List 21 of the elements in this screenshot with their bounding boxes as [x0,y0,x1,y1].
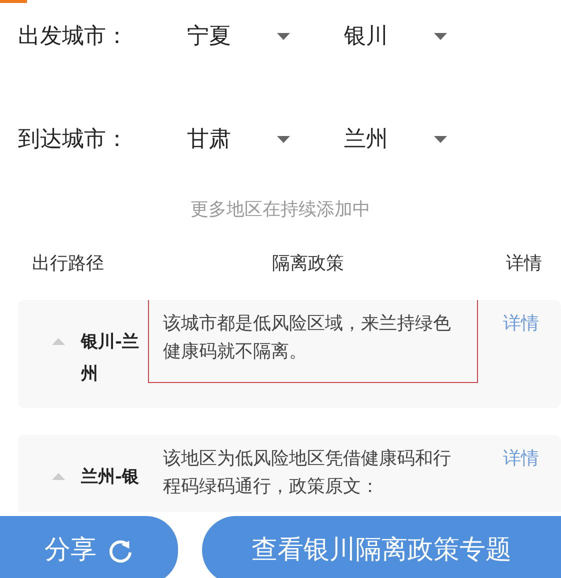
route-name: 银川-兰州 [81,331,140,386]
field-label: 出发城市： [17,23,129,51]
field-label: 到达城市： [17,126,129,154]
column-header: 隔离政策 [272,252,345,276]
policy-text: 该城市都是低风险区域，来兰持绿色健康码就不隔离。 [163,312,452,364]
route-name: 兰州-银 [81,466,140,489]
dropdown[interactable]: 甘肃 [187,123,344,156]
column-header: 出行路径 [32,252,105,276]
hint-text: 更多地区在持续添加中 [190,198,372,222]
caret-icon [277,136,290,143]
collapse-arrow-icon [52,338,65,345]
dropdown[interactable]: 宁夏 [187,20,344,53]
caret-icon [277,33,290,40]
collapse-arrow-icon [52,473,65,480]
accent-bar [0,0,27,3]
dropdown[interactable]: 兰州 [344,123,504,156]
caret-icon [434,33,447,40]
dropdown[interactable]: 银川 [344,20,504,53]
column-header: 详情 [506,252,542,276]
policy-text: 该地区为低风险地区凭借健康码和行程码绿码通行，政策原文： [163,447,452,499]
caret-icon [434,136,447,143]
